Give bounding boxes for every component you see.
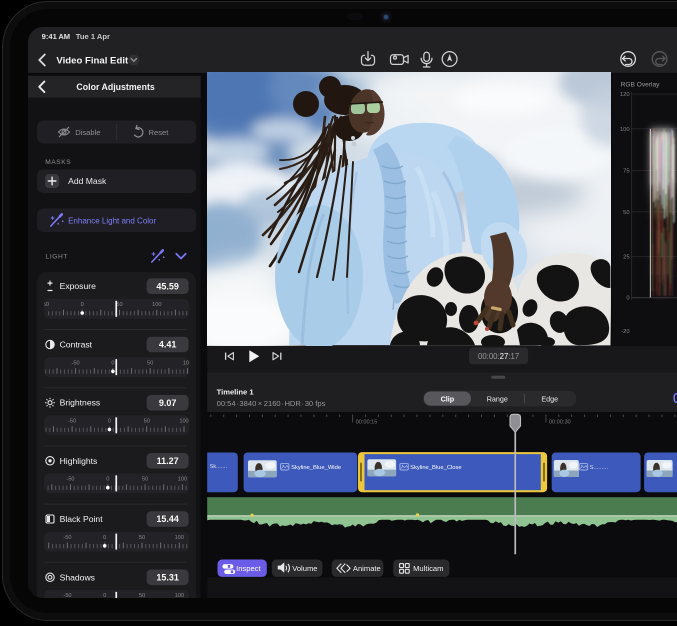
svg-text:50: 50 <box>139 593 145 598</box>
svg-text:-50: -50 <box>66 476 74 482</box>
svg-text:50: 50 <box>139 534 145 540</box>
svg-text:-50: -50 <box>68 418 76 424</box>
svg-text:0: 0 <box>106 476 109 482</box>
svg-text:-50: -50 <box>63 593 71 598</box>
svg-text:-50: -50 <box>72 360 80 366</box>
svg-text:75: 75 <box>623 168 629 174</box>
svg-text:Multicam: Multicam <box>413 564 443 573</box>
svg-text:Timeline 1: Timeline 1 <box>217 387 255 396</box>
svg-text:15.44: 15.44 <box>156 514 179 524</box>
svg-text:00:00:30: 00:00:30 <box>549 419 571 425</box>
svg-text:50: 50 <box>142 476 148 482</box>
svg-text:11.27: 11.27 <box>157 456 179 466</box>
svg-text:00:00:15: 00:00:15 <box>356 419 378 425</box>
svg-text:50: 50 <box>144 418 150 424</box>
svg-text:00:54 · 3840 × 2160 · HDR · 30: 00:54 · 3840 × 2160 · HDR · 30 fps <box>217 398 326 407</box>
svg-text:MASKS: MASKS <box>45 159 71 166</box>
svg-text:00:00:27:17: 00:00:27:17 <box>478 352 519 361</box>
svg-text:100: 100 <box>179 418 188 424</box>
svg-text:Skyline_Blue_Close: Skyline_Blue_Close <box>410 464 462 470</box>
svg-text:Color Adjustments: Color Adjustments <box>76 82 154 92</box>
svg-text:50: 50 <box>623 209 629 215</box>
svg-text:100: 100 <box>152 302 161 308</box>
svg-text:-20: -20 <box>621 328 629 334</box>
svg-text:Clip: Clip <box>441 394 455 403</box>
svg-text:Sk.......: Sk....... <box>210 464 228 470</box>
svg-text:Animate: Animate <box>353 564 381 573</box>
svg-text:0: 0 <box>108 418 111 424</box>
svg-text:Brightness: Brightness <box>60 397 101 407</box>
svg-text:50: 50 <box>147 360 153 366</box>
svg-text:Contrast: Contrast <box>60 339 93 349</box>
svg-text:LIGHT: LIGHT <box>46 253 68 260</box>
svg-text:0: 0 <box>626 295 629 301</box>
svg-text:Video Final Edit: Video Final Edit <box>56 55 129 66</box>
svg-text:0: 0 <box>81 302 84 308</box>
svg-text:Enhance Light and Color: Enhance Light and Color <box>68 216 156 225</box>
svg-text:Exposure: Exposure <box>60 281 97 291</box>
svg-text:9:41 AM: 9:41 AM <box>42 31 71 40</box>
svg-text:-50: -50 <box>63 534 71 540</box>
svg-text:Edge: Edge <box>541 394 558 403</box>
svg-text:Skyline_Blue_Wide: Skyline_Blue_Wide <box>291 464 341 470</box>
svg-text:Reset: Reset <box>149 127 170 136</box>
svg-text:25: 25 <box>623 254 629 260</box>
svg-text:RGB Overlay: RGB Overlay <box>621 81 661 88</box>
svg-text:100: 100 <box>178 476 187 482</box>
svg-text:100: 100 <box>175 593 184 598</box>
svg-text:Disable: Disable <box>75 127 100 136</box>
svg-text:Black Point: Black Point <box>60 514 104 524</box>
svg-text:Highlights: Highlights <box>60 455 98 465</box>
svg-text:9.07: 9.07 <box>159 397 177 407</box>
svg-text:0: 0 <box>103 534 106 540</box>
svg-text:Shadows: Shadows <box>60 572 95 582</box>
svg-text:S.........: S......... <box>590 464 609 470</box>
svg-text:50: 50 <box>116 302 122 308</box>
svg-text:Add Mask: Add Mask <box>68 176 107 186</box>
svg-text:Volume: Volume <box>292 564 317 573</box>
svg-text:120: 120 <box>620 92 630 98</box>
svg-text:Tue 1 Apr: Tue 1 Apr <box>76 31 110 40</box>
svg-text:Range: Range <box>487 394 508 403</box>
svg-text:Inspect: Inspect <box>236 564 261 573</box>
svg-text:4.41: 4.41 <box>159 339 177 349</box>
svg-text:0: 0 <box>103 593 106 598</box>
svg-text:15.31: 15.31 <box>156 572 179 582</box>
svg-text:100: 100 <box>175 534 184 540</box>
svg-text:100: 100 <box>620 126 630 132</box>
svg-text:0: 0 <box>111 360 114 366</box>
svg-text:45.59: 45.59 <box>156 281 179 291</box>
